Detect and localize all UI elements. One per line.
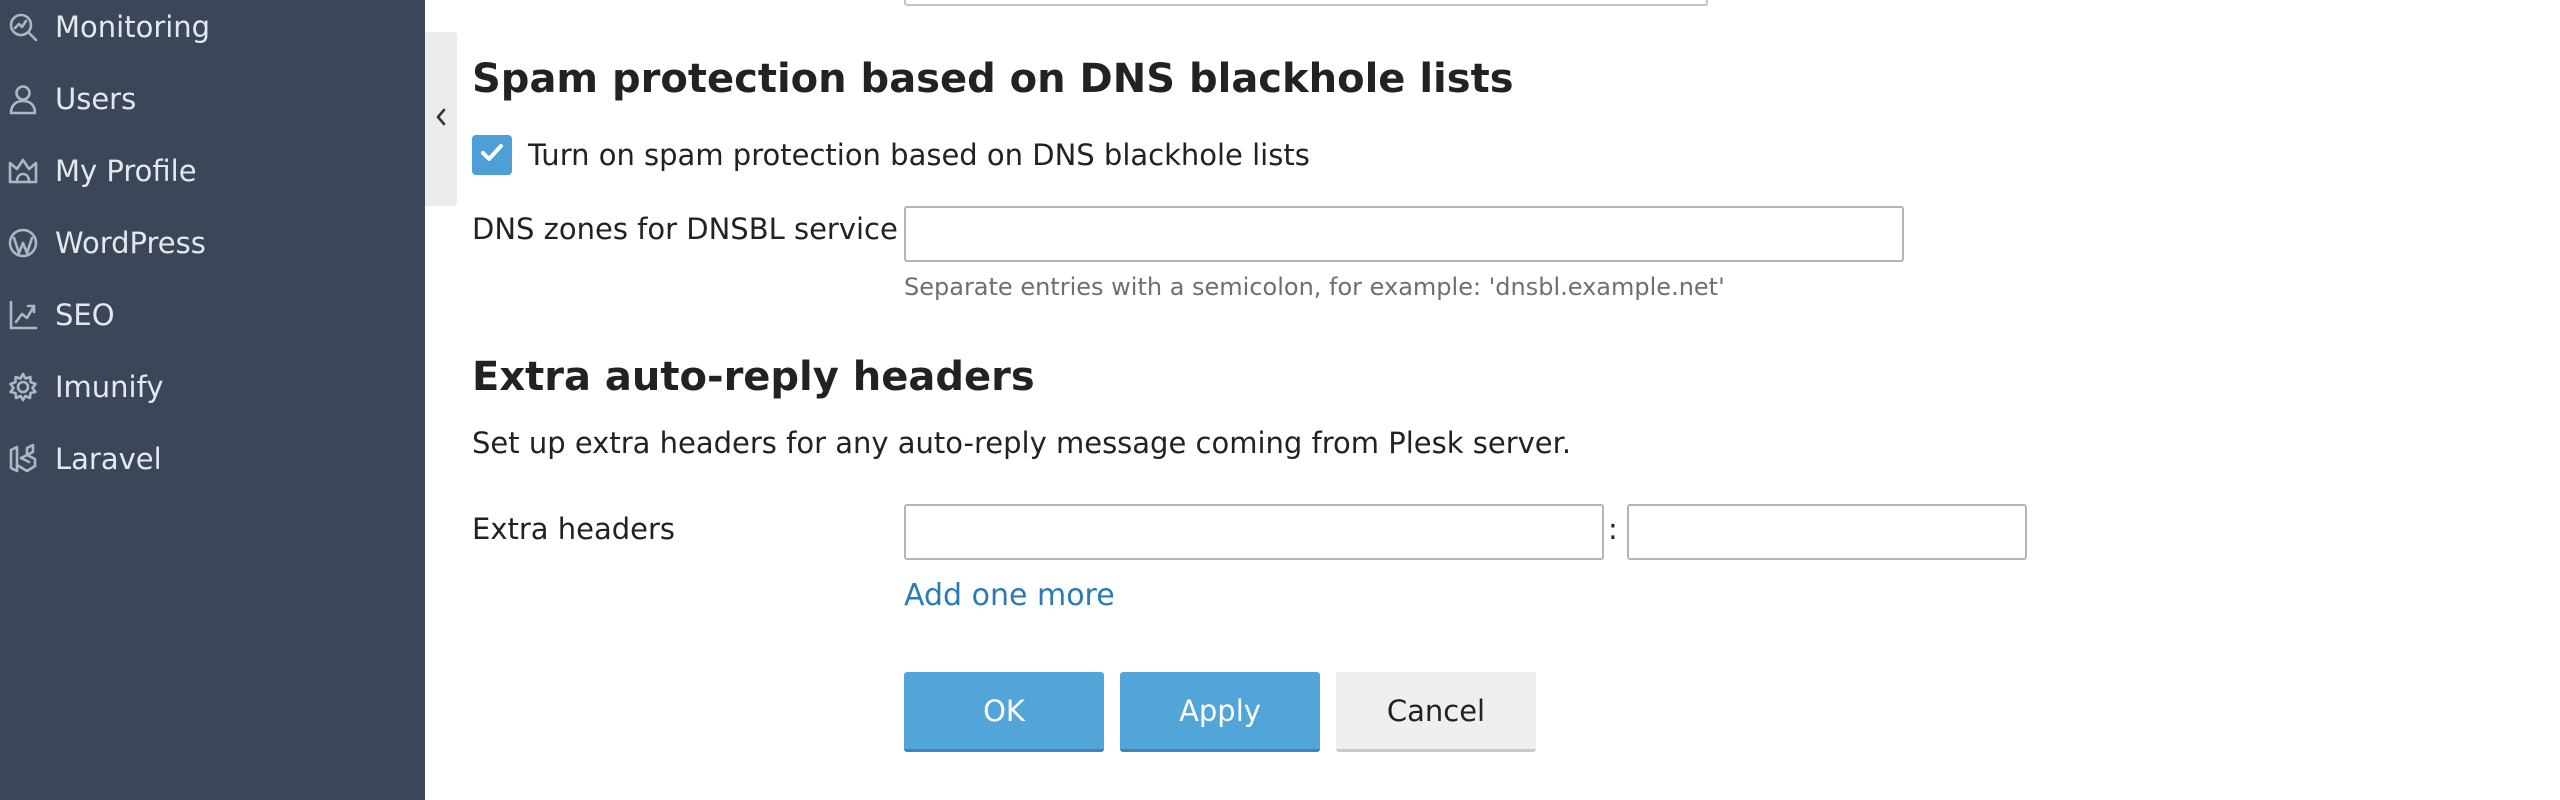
add-one-more-link[interactable]: Add one more bbox=[904, 578, 1115, 613]
sidebar-item-label: WordPress bbox=[55, 226, 206, 260]
sidebar-item-label: Laravel bbox=[55, 442, 162, 476]
checkmark-icon bbox=[478, 139, 506, 171]
wordpress-icon bbox=[6, 226, 40, 260]
cancel-button[interactable]: Cancel bbox=[1336, 672, 1536, 752]
sidebar-item-label: Imunify bbox=[55, 370, 164, 404]
previous-field-input[interactable] bbox=[904, 0, 1708, 6]
dnsbl-enable-checkbox[interactable] bbox=[472, 135, 512, 175]
dnsbl-zones-hint: Separate entries with a semicolon, for e… bbox=[904, 273, 1725, 301]
extra-header-name-input[interactable] bbox=[904, 504, 1604, 560]
dnsbl-enable-label[interactable]: Turn on spam protection based on DNS bla… bbox=[528, 135, 1310, 175]
sidebar-item-my-profile[interactable]: My Profile bbox=[0, 141, 425, 201]
dnsbl-zones-input[interactable] bbox=[904, 206, 1904, 262]
dnsbl-section-heading: Spam protection based on DNS blackhole l… bbox=[472, 56, 1514, 102]
apply-button[interactable]: Apply bbox=[1120, 672, 1320, 752]
profile-crown-icon bbox=[6, 154, 40, 188]
chevron-left-icon bbox=[434, 107, 448, 131]
sidebar-collapse-handle[interactable] bbox=[425, 32, 457, 206]
dnsbl-zones-label: DNS zones for DNSBL service bbox=[472, 212, 898, 246]
autoreply-description: Set up extra headers for any auto-reply … bbox=[472, 426, 1572, 460]
laravel-icon bbox=[6, 442, 40, 476]
extra-header-value-input[interactable] bbox=[1627, 504, 2027, 560]
sidebar-item-imunify[interactable]: Imunify bbox=[0, 357, 425, 417]
autoreply-section-heading: Extra auto-reply headers bbox=[472, 354, 1035, 400]
sidebar-item-label: Monitoring bbox=[55, 10, 211, 44]
sidebar-item-label: SEO bbox=[55, 298, 115, 332]
imunify-gear-icon bbox=[6, 370, 40, 404]
seo-chart-icon bbox=[6, 298, 40, 332]
monitoring-icon bbox=[6, 10, 40, 44]
user-icon bbox=[6, 82, 40, 116]
sidebar-item-label: Users bbox=[55, 82, 137, 116]
sidebar-item-laravel[interactable]: Laravel bbox=[0, 429, 425, 489]
extra-headers-label: Extra headers bbox=[472, 512, 676, 546]
sidebar-item-label: My Profile bbox=[55, 154, 197, 188]
sidebar-item-users[interactable]: Users bbox=[0, 69, 425, 129]
header-separator: : bbox=[1608, 512, 1618, 546]
sidebar-item-monitoring[interactable]: Monitoring bbox=[0, 0, 425, 57]
sidebar: Monitoring Users My Profile WordPress SE… bbox=[0, 0, 425, 800]
sidebar-item-wordpress[interactable]: WordPress bbox=[0, 213, 425, 273]
ok-button[interactable]: OK bbox=[904, 672, 1104, 752]
sidebar-item-seo[interactable]: SEO bbox=[0, 285, 425, 345]
